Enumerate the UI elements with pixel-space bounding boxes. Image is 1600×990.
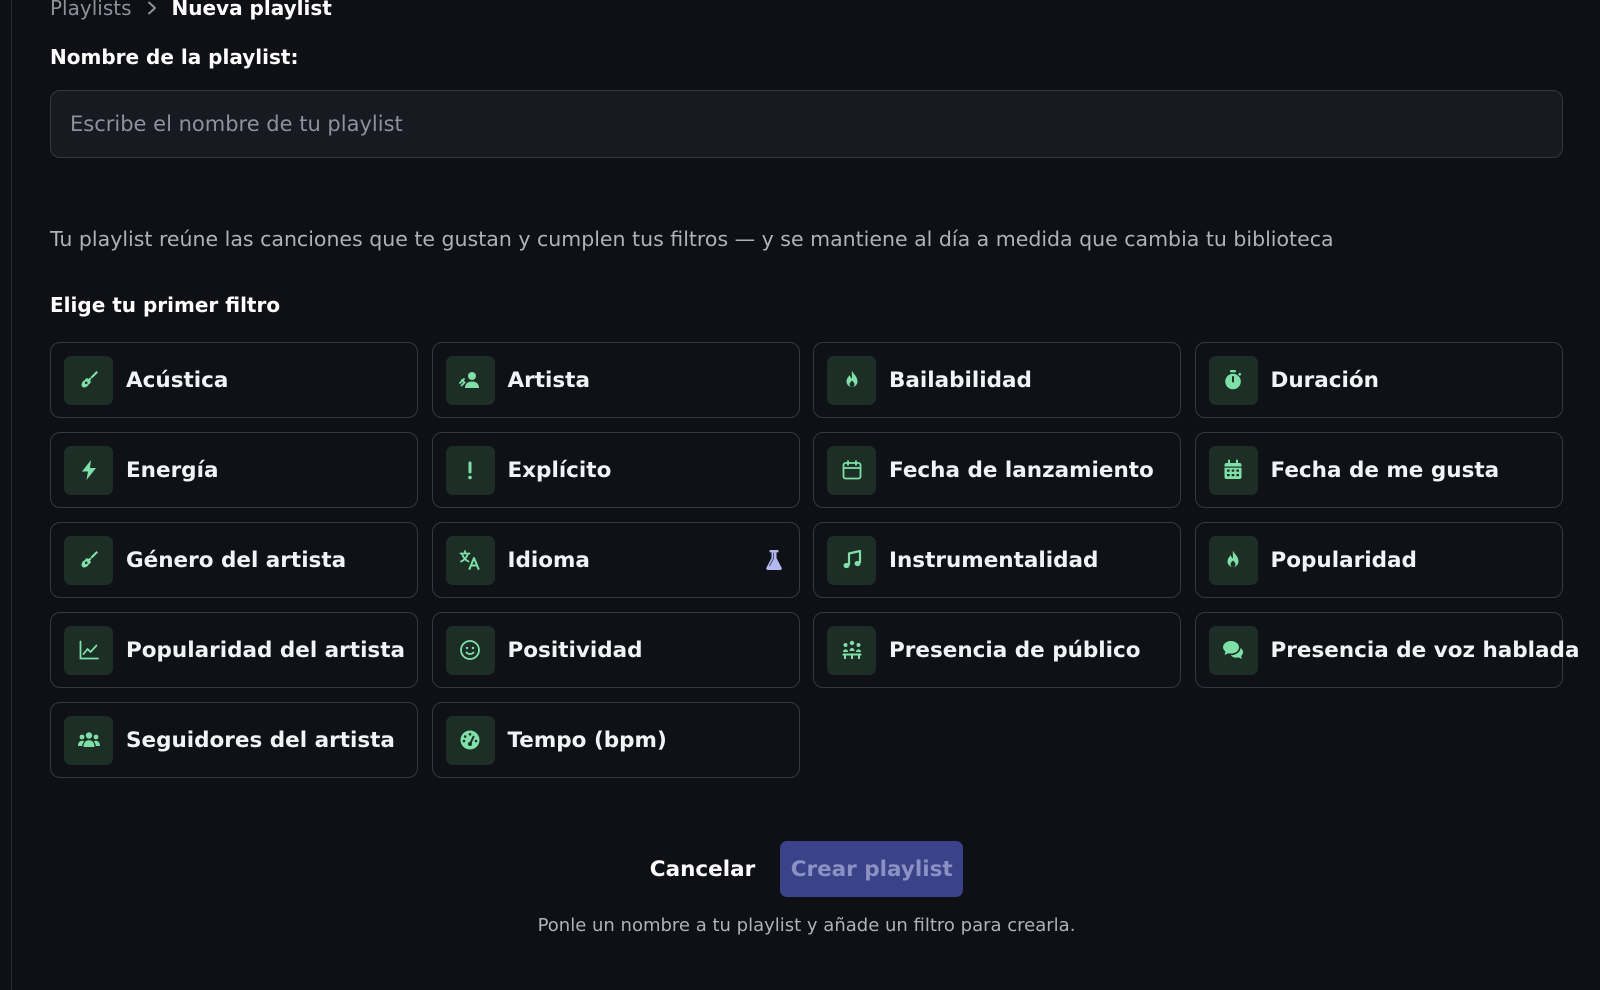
exclamation-icon: [445, 445, 495, 495]
filter-option-label: Fecha de me gusta: [1270, 457, 1500, 483]
filter-option-duracion[interactable]: Duración: [1194, 342, 1563, 418]
filter-option-popularidad[interactable]: Popularidad: [1194, 522, 1563, 598]
bolt-icon: [64, 445, 113, 495]
filter-option-tempo[interactable]: Tempo (bpm): [431, 702, 800, 778]
playlist-description: Tu playlist reúne las canciones que te g…: [50, 227, 1334, 251]
filter-option-acustica[interactable]: Acústica: [50, 342, 418, 418]
filter-option-label: Energía: [126, 457, 219, 483]
speech-bubbles-icon: [1208, 625, 1258, 675]
fire-icon: [1208, 535, 1258, 585]
calendar-days-icon: [1208, 445, 1258, 495]
filter-option-label: Popularidad: [1270, 547, 1417, 573]
filter-option-idioma[interactable]: Idioma: [431, 522, 800, 598]
filter-option-label: Positividad: [507, 637, 643, 663]
fire-icon: [827, 355, 876, 405]
smile-icon: [445, 625, 495, 675]
music-note-icon: [827, 535, 876, 585]
filter-grid: Acústica Artista Bailabilidad Duración E: [50, 342, 1579, 778]
playlist-name-label: Nombre de la playlist:: [50, 45, 299, 69]
create-playlist-button[interactable]: Crear playlist: [780, 841, 964, 897]
create-hint: Ponle un nombre a tu playlist y añade un…: [537, 915, 1076, 936]
stopwatch-icon: [1208, 355, 1258, 405]
form-actions: Cancelar Crear playlist: [50, 841, 1563, 897]
filter-option-energia[interactable]: Energía: [50, 432, 418, 508]
filter-option-label: Idioma: [507, 547, 590, 573]
filter-heading: Elige tu primer filtro: [50, 293, 281, 317]
breadcrumb-link-playlists[interactable]: Playlists: [50, 0, 132, 20]
gauge-icon: [445, 715, 495, 765]
filter-option-popularidad-artista[interactable]: Popularidad del artista: [50, 612, 418, 688]
filter-option-positividad[interactable]: Positividad: [431, 612, 800, 688]
audience-icon: [827, 625, 876, 675]
filter-option-label: Fecha de lanzamiento: [889, 457, 1154, 483]
filter-option-label: Duración: [1270, 367, 1379, 393]
filter-option-fecha-me-gusta[interactable]: Fecha de me gusta: [1194, 432, 1563, 508]
chart-line-icon: [64, 625, 113, 675]
cancel-button[interactable]: Cancelar: [650, 857, 755, 882]
filter-option-fecha-lanzamiento[interactable]: Fecha de lanzamiento: [813, 432, 1181, 508]
chevron-right-icon: [146, 1, 158, 15]
translate-icon: [445, 535, 495, 585]
filter-option-bailabilidad[interactable]: Bailabilidad: [813, 342, 1181, 418]
filter-option-label: Bailabilidad: [889, 367, 1032, 393]
filter-option-artista[interactable]: Artista: [431, 342, 800, 418]
filter-option-presencia-publico[interactable]: Presencia de público: [813, 612, 1181, 688]
filter-option-seguidores-artista[interactable]: Seguidores del artista: [50, 702, 418, 778]
filter-option-label: Género del artista: [126, 547, 347, 573]
filter-option-instrumentalidad[interactable]: Instrumentalidad: [813, 522, 1181, 598]
filter-option-label: Tempo (bpm): [507, 727, 667, 753]
filter-option-label: Presencia de voz hablada: [1270, 637, 1580, 663]
filter-option-presencia-voz-hablada[interactable]: Presencia de voz hablada: [1194, 612, 1579, 688]
filter-option-label: Instrumentalidad: [889, 547, 1099, 573]
filter-option-label: Seguidores del artista: [126, 727, 395, 753]
breadcrumb: Playlists Nueva playlist: [50, 0, 332, 22]
playlist-name-input[interactable]: [50, 90, 1563, 158]
filter-option-explicito[interactable]: Explícito: [431, 432, 800, 508]
filter-option-label: Popularidad del artista: [126, 637, 406, 663]
guitar-icon: [64, 535, 113, 585]
filter-option-label: Acústica: [126, 367, 229, 393]
filter-option-label: Presencia de público: [889, 637, 1141, 663]
breadcrumb-current: Nueva playlist: [171, 0, 332, 20]
flask-icon: [763, 549, 785, 571]
artist-icon: [445, 355, 495, 405]
sidebar-divider: [11, 0, 12, 990]
filter-option-genero-artista[interactable]: Género del artista: [50, 522, 418, 598]
filter-option-label: Artista: [507, 367, 590, 393]
users-icon: [64, 715, 113, 765]
guitar-icon: [64, 355, 113, 405]
calendar-outline-icon: [827, 445, 876, 495]
filter-option-label: Explícito: [507, 457, 612, 483]
